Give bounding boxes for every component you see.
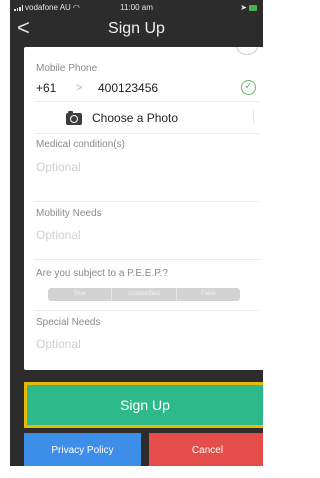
camera-icon (66, 111, 82, 125)
mobile-phone-label: Mobile Phone (36, 63, 98, 74)
peep-option-false[interactable]: False (175, 288, 240, 301)
mobility-needs-label: Mobility Needs (36, 208, 102, 219)
check-circle-icon: ✓ (241, 80, 256, 95)
divider (34, 310, 260, 311)
cancel-button[interactable]: Cancel (149, 433, 263, 466)
app-screen: vodafone AU ◠ 11:00 am ➤ < Sign Up Mobil… (10, 0, 263, 466)
country-code-select[interactable]: +61 (36, 81, 56, 95)
peep-question-label: Are you subject to a P.E.E.P.? (36, 268, 168, 279)
special-needs-input[interactable]: Optional (36, 337, 81, 351)
divider (34, 259, 260, 260)
status-right: ➤ (240, 3, 257, 12)
mobile-phone-input[interactable]: 400123456 (98, 81, 158, 95)
sign-up-button[interactable]: Sign Up (24, 382, 263, 428)
choose-photo-button[interactable]: Choose a Photo (24, 106, 263, 130)
special-needs-label: Special Needs (36, 317, 101, 328)
phone-frame: vodafone AU ◠ 11:00 am ➤ < Sign Up Mobil… (0, 0, 271, 478)
peep-option-true[interactable]: True (48, 288, 112, 301)
choose-photo-label: Choose a Photo (92, 111, 179, 125)
divider (34, 101, 260, 102)
location-icon: ➤ (240, 3, 247, 12)
divider (253, 110, 254, 124)
previous-field-indicator (236, 47, 258, 55)
action-area: Sign Up Privacy Policy Cancel (10, 378, 263, 466)
status-bar: vodafone AU ◠ 11:00 am ➤ (10, 0, 263, 13)
privacy-policy-button[interactable]: Privacy Policy (24, 433, 141, 466)
signup-form: Mobile Phone +61 > 400123456 ✓ Choose a … (24, 47, 263, 370)
peep-option-unspecified[interactable]: Unspecified (111, 288, 176, 301)
divider (34, 201, 260, 202)
navigation-bar: < Sign Up (10, 13, 263, 46)
status-time: 11:00 am (120, 3, 153, 12)
battery-icon (249, 4, 257, 11)
medical-conditions-label: Medical condition(s) (36, 139, 125, 150)
divider (34, 133, 260, 134)
medical-conditions-input[interactable]: Optional (36, 160, 81, 174)
page-title: Sign Up (108, 20, 165, 37)
chevron-right-icon: > (76, 82, 83, 94)
peep-segmented-control: True Unspecified False (48, 288, 240, 301)
mobility-needs-input[interactable]: Optional (36, 228, 81, 242)
